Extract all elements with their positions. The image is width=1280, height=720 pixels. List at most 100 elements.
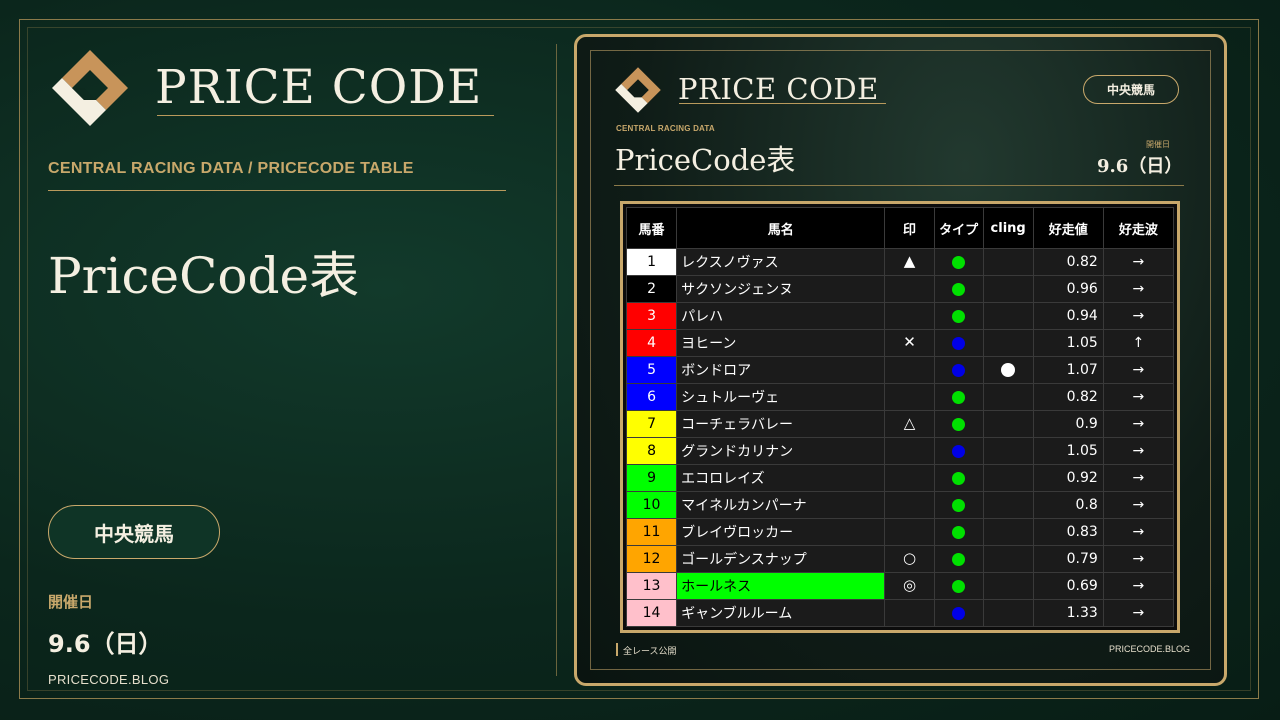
header-type: タイプ xyxy=(933,207,984,249)
card-date: 9.6（日） xyxy=(1097,156,1183,177)
wave-arrow: → xyxy=(1102,518,1175,546)
type-cell xyxy=(933,518,984,546)
mark-symbol: ▲ xyxy=(903,252,916,270)
horse-name: ホールネス xyxy=(676,572,886,600)
header-wave: 好走波 xyxy=(1102,207,1175,249)
green-dot-icon xyxy=(952,552,966,566)
score-value: 0.82 xyxy=(1032,383,1104,411)
horse-name: エコロレイズ xyxy=(676,464,886,492)
green-dot-icon xyxy=(952,282,966,296)
card-footer-note: 全レース公開 xyxy=(623,647,677,657)
horse-number: 4 xyxy=(625,329,678,357)
blue-dot-icon xyxy=(952,336,966,350)
page-title: PriceCode表 xyxy=(48,247,360,305)
type-cell xyxy=(933,545,984,573)
wave-arrow: → xyxy=(1102,356,1175,384)
type-cell xyxy=(933,410,984,438)
table-row: 12 ゴールデンスナップ ○ 0.79 → xyxy=(625,545,1175,573)
table-row: 1 レクスノヴァス ▲ 0.82 → xyxy=(625,248,1175,276)
wave-arrow: → xyxy=(1102,248,1175,276)
wave-arrow: → xyxy=(1102,599,1175,627)
table-row: 2 サクソンジェンヌ 0.96 → xyxy=(625,275,1175,303)
type-cell xyxy=(933,464,984,492)
green-dot-icon xyxy=(952,579,966,593)
card-date-label: 開催日 xyxy=(1146,140,1170,149)
horse-number: 13 xyxy=(625,572,678,600)
price-code-logo-icon xyxy=(52,50,128,126)
blue-dot-icon xyxy=(952,444,966,458)
score-value: 1.05 xyxy=(1032,437,1104,465)
header-horse-name: 馬名 xyxy=(676,207,886,249)
wave-arrow: → xyxy=(1102,275,1175,303)
score-value: 1.07 xyxy=(1032,356,1104,384)
card-divider xyxy=(614,185,1184,186)
card-logo-icon xyxy=(615,67,661,113)
horse-number: 5 xyxy=(625,356,678,384)
category-badge: 中央競馬 xyxy=(48,505,220,559)
score-value: 1.33 xyxy=(1032,599,1104,627)
cling-cell xyxy=(982,518,1034,546)
mark-cell xyxy=(884,599,935,627)
type-cell xyxy=(933,329,984,357)
horse-name: ヨヒーン xyxy=(676,329,886,357)
pricecode-table-frame: 馬番 馬名 印 タイプ cling 好走値 好走波 1 レクスノヴァス ▲ 0.82 →… xyxy=(620,201,1180,633)
type-cell xyxy=(933,437,984,465)
score-value: 0.83 xyxy=(1032,518,1104,546)
card-footer-url: PRICECODE.BLOG xyxy=(1109,644,1191,654)
table-row: 9 エコロレイズ 0.92 → xyxy=(625,464,1175,492)
horse-number: 3 xyxy=(625,302,678,330)
horse-number: 10 xyxy=(625,491,678,519)
type-cell xyxy=(933,302,984,330)
card-subtitle: CENTRAL RACING DATA xyxy=(616,124,715,133)
site-url: PRICECODE.BLOG xyxy=(48,672,170,687)
horse-name: ゴールデンスナップ xyxy=(676,545,886,573)
date-value: 9.6（日） xyxy=(48,630,163,658)
cling-cell xyxy=(982,410,1034,438)
cling-cell xyxy=(982,383,1034,411)
green-dot-icon xyxy=(952,390,966,404)
horse-name: ブレイヴロッカー xyxy=(676,518,886,546)
horse-name: グランドカリナン xyxy=(676,437,886,465)
table-row: 14 ギャンブルルーム 1.33 → xyxy=(625,599,1175,627)
wave-arrow: → xyxy=(1102,464,1175,492)
card-brand-underline xyxy=(679,103,886,104)
horse-number: 7 xyxy=(625,410,678,438)
mark-cell xyxy=(884,491,935,519)
cling-cell xyxy=(982,545,1034,573)
table-row: 8 グランドカリナン 1.05 → xyxy=(625,437,1175,465)
card-title: PriceCode表 xyxy=(615,143,796,177)
table-row: 7 コーチェラバレー △ 0.9 → xyxy=(625,410,1175,438)
wave-arrow: → xyxy=(1102,491,1175,519)
green-dot-icon xyxy=(952,255,966,269)
green-dot-icon xyxy=(952,309,966,323)
card-footer-accent xyxy=(616,643,618,656)
vertical-divider xyxy=(556,44,557,676)
mark-cell xyxy=(884,518,935,546)
horse-number: 2 xyxy=(625,275,678,303)
table-row: 10 マイネルカンパーナ 0.8 → xyxy=(625,491,1175,519)
score-value: 0.9 xyxy=(1032,410,1104,438)
cling-cell xyxy=(982,491,1034,519)
wave-arrow: → xyxy=(1102,383,1175,411)
table-row: 11 ブレイヴロッカー 0.83 → xyxy=(625,518,1175,546)
type-cell xyxy=(933,248,984,276)
mark-cell: ◎ xyxy=(884,572,935,600)
subtitle: CENTRAL RACING DATA / PRICECODE TABLE xyxy=(48,160,414,177)
mark-cell xyxy=(884,302,935,330)
cling-cell xyxy=(982,329,1034,357)
horse-name: ボンドロア xyxy=(676,356,886,384)
cling-cell xyxy=(982,464,1034,492)
mark-cell xyxy=(884,356,935,384)
blue-dot-icon xyxy=(952,363,966,377)
mark-cell: ✕ xyxy=(884,329,935,357)
green-dot-icon xyxy=(952,471,966,485)
brand-underline xyxy=(157,115,494,116)
cling-dot-icon xyxy=(1001,363,1016,377)
table-row: 6 シュトルーヴェ 0.82 → xyxy=(625,383,1175,411)
card-brand-name: PRICE CODE xyxy=(678,72,879,106)
type-cell xyxy=(933,599,984,627)
score-value: 0.8 xyxy=(1032,491,1104,519)
cling-cell xyxy=(982,437,1034,465)
type-cell xyxy=(933,383,984,411)
horse-name: サクソンジェンヌ xyxy=(676,275,886,303)
